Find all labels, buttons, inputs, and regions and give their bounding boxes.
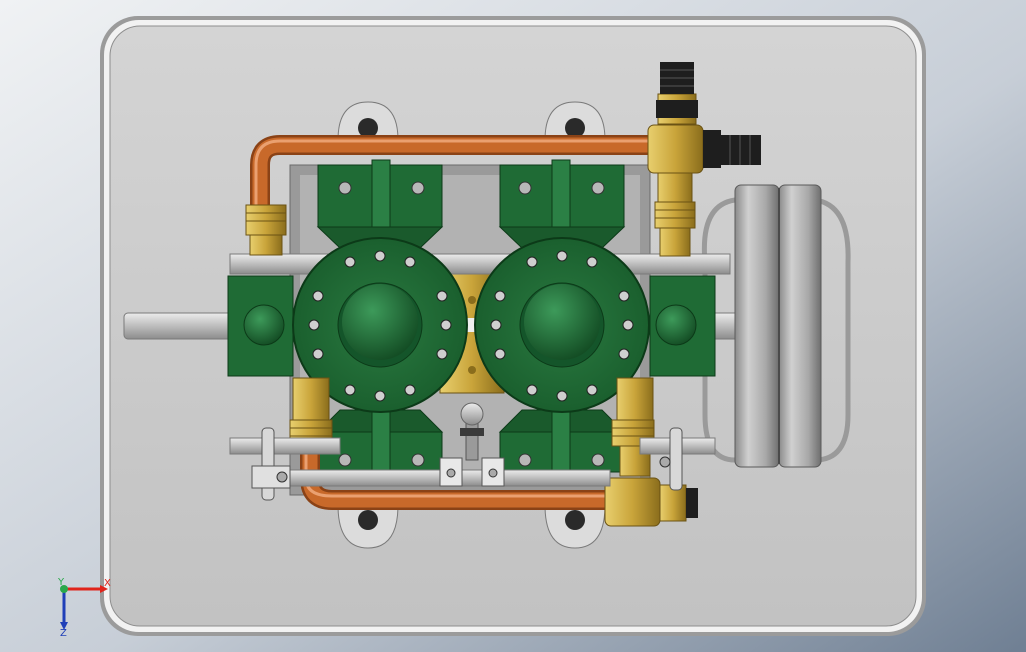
- triad-x-label: X: [104, 578, 111, 589]
- outlet-valve-assembly[interactable]: [604, 477, 698, 527]
- left-output-shaft[interactable]: [123, 312, 235, 340]
- right-side-block[interactable]: [649, 275, 716, 377]
- right-upper-fitting[interactable]: [654, 171, 696, 257]
- cad-viewport[interactable]: X Y Z: [0, 0, 1026, 652]
- triad-z-label: Z: [60, 628, 67, 639]
- upper-tie-rod: [229, 253, 731, 275]
- model-canvas[interactable]: X Y Z: [0, 0, 1026, 652]
- left-side-block[interactable]: [227, 275, 294, 377]
- left-upper-fitting[interactable]: [245, 204, 287, 256]
- left-lower-fitting[interactable]: [289, 377, 333, 447]
- triad-y-label: Y: [57, 577, 65, 588]
- lower-left-tie-rod: [229, 437, 341, 455]
